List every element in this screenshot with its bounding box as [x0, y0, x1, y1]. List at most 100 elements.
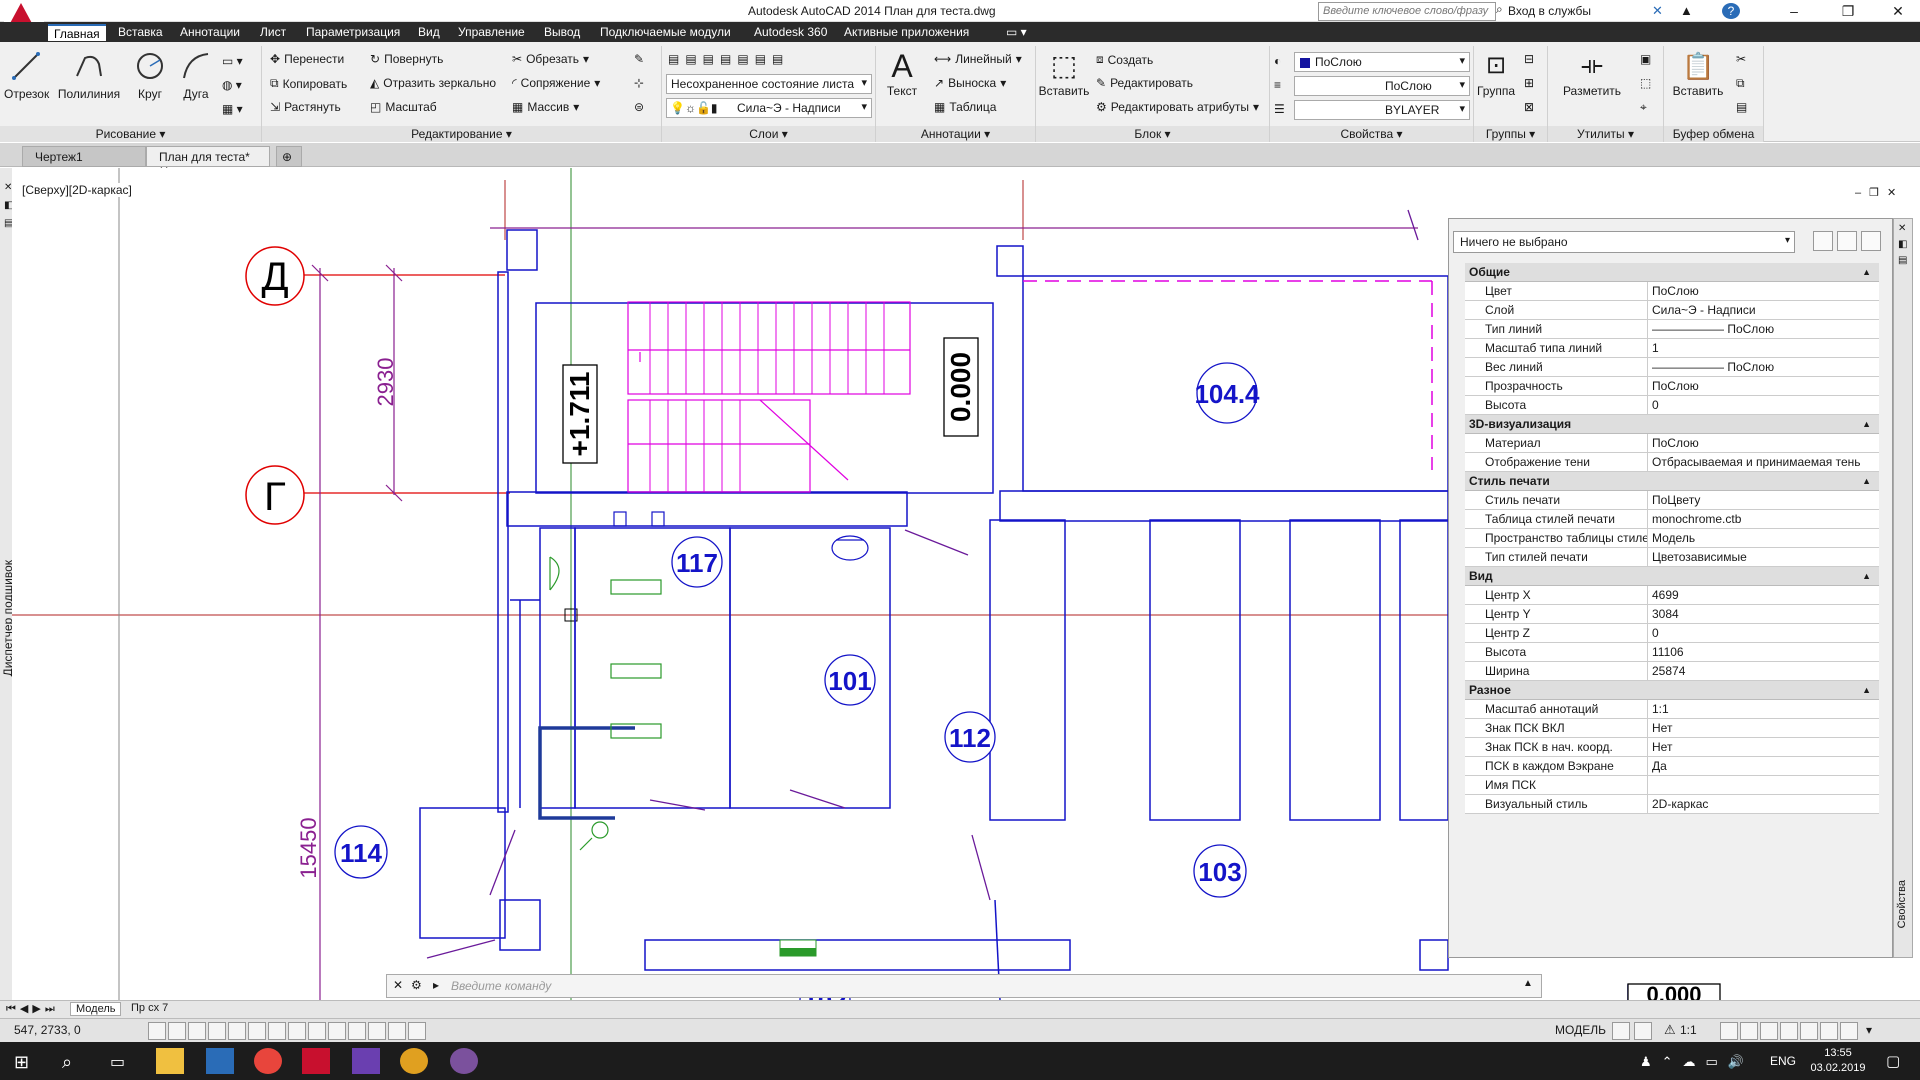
cmd-settings-icon[interactable]: ⚙: [411, 978, 422, 992]
tab-model[interactable]: Модель: [70, 1002, 122, 1016]
table-button[interactable]: ▦ Таблица: [934, 100, 996, 114]
quick-select-icon[interactable]: [1861, 231, 1881, 251]
tab-view[interactable]: Вид: [412, 24, 446, 41]
erase-icon[interactable]: ✎: [634, 52, 644, 66]
otrack-icon[interactable]: [268, 1022, 286, 1040]
select-objects-icon[interactable]: [1837, 231, 1857, 251]
hatch-icon[interactable]: ◍ ▾: [222, 78, 242, 92]
property-value[interactable]: [1648, 776, 1879, 794]
property-row[interactable]: Стиль печати ПоЦвету: [1465, 491, 1879, 510]
panel-properties-title[interactable]: Свойства ▾: [1270, 126, 1473, 142]
region-icon[interactable]: ▦ ▾: [222, 102, 243, 116]
doc-tab-plan[interactable]: План для теста* ✕: [146, 146, 270, 178]
property-value[interactable]: ПоЦвету: [1648, 491, 1879, 509]
visual-studio-icon[interactable]: [352, 1048, 380, 1074]
auto-scale-icon[interactable]: [1740, 1022, 1758, 1040]
property-value[interactable]: Цветозависимые: [1648, 548, 1879, 566]
help-icon[interactable]: ?: [1722, 3, 1740, 19]
viber-icon[interactable]: [450, 1048, 478, 1074]
tab-home[interactable]: Главная: [48, 24, 106, 41]
quick-view-drawings-icon[interactable]: [1634, 1022, 1652, 1040]
property-value[interactable]: Нет: [1648, 738, 1879, 756]
command-input[interactable]: Введите команду: [451, 978, 1501, 995]
tab-plugins[interactable]: Подключаемые модули: [594, 24, 737, 41]
linear-dim-button[interactable]: ⟷ Линейный ▾: [934, 52, 1022, 66]
property-row[interactable]: Пространство таблицы стилей... Модель: [1465, 529, 1879, 548]
property-row[interactable]: Центр X 4699: [1465, 586, 1879, 605]
close-button[interactable]: ✕: [1880, 1, 1916, 21]
stretch-button[interactable]: ⇲ Растянуть: [270, 100, 341, 114]
autodesk360-icon[interactable]: ▲: [1680, 3, 1693, 18]
palette-close-icon[interactable]: ✕: [1898, 223, 1906, 234]
am-icon[interactable]: [408, 1022, 426, 1040]
paste-button[interactable]: 📋 Вставить: [1668, 50, 1728, 98]
fillet-button[interactable]: ◜ Сопряжение ▾: [512, 76, 600, 90]
tpy-icon[interactable]: [348, 1022, 366, 1040]
selection-select[interactable]: Ничего не выбрано ▾: [1453, 231, 1795, 253]
lineweight-select[interactable]: BYLAYER: [1294, 100, 1470, 120]
property-value[interactable]: Модель: [1648, 529, 1879, 547]
panel-utilities-title[interactable]: Утилиты ▾: [1548, 126, 1663, 142]
toggle-pickadd-icon[interactable]: [1813, 231, 1833, 251]
property-value[interactable]: 4699: [1648, 586, 1879, 604]
property-row[interactable]: Визуальный стиль 2D-каркас: [1465, 795, 1879, 814]
clean-screen-icon[interactable]: [1840, 1022, 1858, 1040]
linetype-select[interactable]: ПоСлою: [1294, 76, 1470, 96]
property-row[interactable]: Цвет ПоСлою: [1465, 282, 1879, 301]
layer-state-select[interactable]: Несохраненное состояние листа: [666, 74, 872, 94]
property-value[interactable]: 1: [1648, 339, 1879, 357]
properties-section-header[interactable]: Стиль печати: [1465, 472, 1879, 491]
property-row[interactable]: Тип линий —————— ПоСлою: [1465, 320, 1879, 339]
property-row[interactable]: Высота 0: [1465, 396, 1879, 415]
mirror-button[interactable]: ◭ Отразить зеркально: [370, 76, 496, 90]
offset-icon[interactable]: ⊜: [634, 100, 644, 114]
ribbon-toggle-icon[interactable]: ▭ ▾: [1000, 24, 1033, 41]
arc-button[interactable]: Дуга: [174, 50, 218, 101]
copy-clip-icon[interactable]: ⧉: [1736, 76, 1745, 91]
viewport-controls-label[interactable]: [Сверху][2D-каркас]: [22, 183, 132, 197]
panel-layers-title[interactable]: Слои ▾: [662, 126, 875, 142]
property-value[interactable]: Отбрасываемая и принимаемая тень: [1648, 453, 1879, 471]
customization-icon[interactable]: ▾: [1866, 1023, 1872, 1037]
coordinates-display[interactable]: 547, 2733, 0: [14, 1023, 81, 1037]
property-value[interactable]: ПоСлою: [1648, 282, 1879, 300]
property-row[interactable]: Масштаб аннотаций 1:1: [1465, 700, 1879, 719]
property-row[interactable]: Знак ПСК в нач. коорд. Нет: [1465, 738, 1879, 757]
property-value[interactable]: 1:1: [1648, 700, 1879, 718]
property-row[interactable]: Центр Y 3084: [1465, 605, 1879, 624]
chrome-icon[interactable]: [254, 1048, 282, 1074]
ducs-icon[interactable]: [288, 1022, 306, 1040]
property-value[interactable]: Нет: [1648, 719, 1879, 737]
app-taskbar-icon[interactable]: [400, 1048, 428, 1074]
explode-icon[interactable]: ⊹: [634, 76, 644, 90]
workspace-icon[interactable]: [1760, 1022, 1778, 1040]
lwt-icon[interactable]: [328, 1022, 346, 1040]
properties-section-header[interactable]: Разное: [1465, 681, 1879, 700]
panel-modify-title[interactable]: Редактирование ▾: [262, 126, 661, 142]
edit-block-button[interactable]: ✎ Редактировать: [1096, 76, 1193, 90]
leader-button[interactable]: ↗ Выноска ▾: [934, 76, 1006, 90]
property-row[interactable]: Таблица стилей печати monochrome.ctb: [1465, 510, 1879, 529]
property-value[interactable]: ПоСлою: [1648, 377, 1879, 395]
property-value[interactable]: —————— ПоСлою: [1648, 358, 1879, 376]
sc-icon[interactable]: [388, 1022, 406, 1040]
circle-button[interactable]: Круг: [128, 50, 172, 101]
doc-tab-drawing1[interactable]: Чертеж1: [22, 146, 146, 167]
property-row[interactable]: ПСК в каждом Вэкране Да: [1465, 757, 1879, 776]
group-button[interactable]: ⊡ Группа: [1476, 50, 1516, 98]
property-row[interactable]: Вес линий —————— ПоСлою: [1465, 358, 1879, 377]
notifications-icon[interactable]: ▢: [1886, 1052, 1900, 1070]
osnap-icon[interactable]: [228, 1022, 246, 1040]
sign-in-button[interactable]: Вход в службы: [1508, 4, 1591, 18]
property-row[interactable]: Тип стилей печати Цветозависимые: [1465, 548, 1879, 567]
tab-layout[interactable]: Лист: [254, 24, 292, 41]
property-value[interactable]: ПоСлою: [1648, 434, 1879, 452]
property-row[interactable]: Имя ПСК: [1465, 776, 1879, 795]
qp-icon[interactable]: [368, 1022, 386, 1040]
tab-insert[interactable]: Вставка: [112, 24, 169, 41]
annotation-scale[interactable]: 1:1: [1680, 1023, 1697, 1037]
rectangle-icon[interactable]: ▭ ▾: [222, 54, 243, 68]
ungroup-icon[interactable]: ⊟: [1524, 52, 1534, 66]
move-button[interactable]: ✥ Перенести: [270, 52, 344, 66]
ortho-icon[interactable]: [188, 1022, 206, 1040]
